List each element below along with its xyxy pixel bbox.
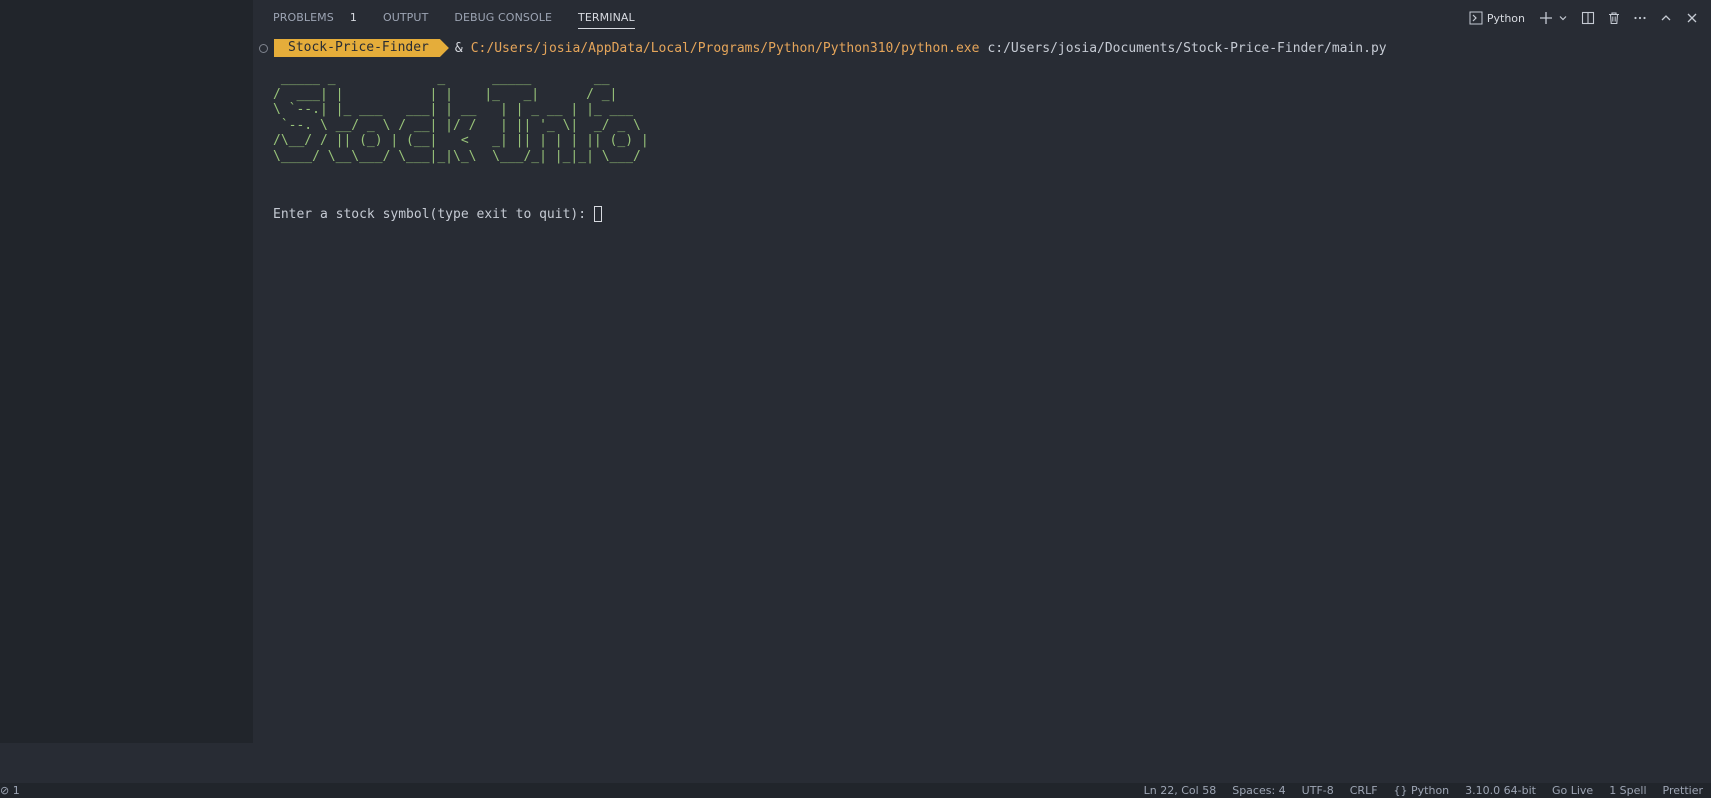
- tab-problems[interactable]: PROBLEMS 1: [273, 0, 357, 36]
- kill-terminal-button[interactable]: [1603, 6, 1625, 30]
- status-interpreter[interactable]: 3.10.0 64-bit: [1465, 784, 1536, 797]
- command-executable: C:/Users/josia/AppData/Local/Programs/Py…: [470, 40, 980, 56]
- tab-debug-console[interactable]: DEBUG CONSOLE: [454, 0, 552, 36]
- tab-output[interactable]: OUTPUT: [383, 0, 428, 36]
- status-cursor-position[interactable]: Ln 22, Col 58: [1144, 784, 1217, 797]
- input-prompt: Enter a stock symbol(type exit to quit):: [273, 206, 587, 222]
- status-bar: ⊘ 1 Ln 22, Col 58 Spaces: 4 UTF-8 CRLF {…: [0, 783, 1711, 798]
- text-cursor[interactable]: [594, 206, 603, 222]
- status-go-live[interactable]: Go Live: [1552, 784, 1593, 797]
- prompt-badge: Stock-Price-Finder: [274, 39, 449, 57]
- new-terminal-button[interactable]: [1535, 6, 1557, 30]
- tab-output-label: OUTPUT: [382, 11, 429, 24]
- terminal-icon: [1469, 11, 1483, 25]
- close-panel-button[interactable]: [1681, 6, 1703, 30]
- more-icon: [1634, 16, 1646, 20]
- split-terminal-button[interactable]: [1577, 6, 1599, 30]
- tab-terminal-label: TERMINAL: [578, 11, 635, 24]
- problems-count-badge: 1: [349, 11, 357, 24]
- terminal-panel: PROBLEMS 1 OUTPUT DEBUG CONSOLE TERMINAL …: [253, 0, 1711, 743]
- status-line-ending[interactable]: CRLF: [1350, 784, 1378, 797]
- tab-debug-console-label: DEBUG CONSOLE: [454, 11, 553, 24]
- ascii-art-banner: _____ _ _ _____ __ / ___| | | | |_ _| / …: [273, 71, 649, 164]
- status-spell[interactable]: 1 Spell: [1609, 784, 1646, 797]
- sidebar: [0, 0, 253, 743]
- command-line: Stock-Price-Finder & C:/Users/josia/AppD…: [259, 38, 1387, 58]
- terminal-dropdown-button[interactable]: [1557, 6, 1569, 30]
- status-indentation[interactable]: Spaces: 4: [1232, 784, 1285, 797]
- status-encoding[interactable]: UTF-8: [1302, 784, 1334, 797]
- status-prettier[interactable]: Prettier: [1663, 784, 1703, 797]
- more-actions-button[interactable]: [1629, 6, 1651, 30]
- maximize-panel-button[interactable]: [1655, 6, 1677, 30]
- split-icon: [1581, 11, 1595, 25]
- close-icon: [1687, 13, 1697, 23]
- bottom-strip: [0, 743, 1711, 783]
- prompt-ampersand: &: [454, 40, 463, 56]
- add-icon: [1540, 12, 1552, 24]
- tab-problems-label: PROBLEMS: [273, 11, 334, 24]
- trash-icon: [1609, 12, 1619, 25]
- status-right-items: Ln 22, Col 58 Spaces: 4 UTF-8 CRLF {} Py…: [1144, 784, 1703, 797]
- input-line[interactable]: Enter a stock symbol(type exit to quit):: [273, 206, 603, 222]
- command-argument: c:/Users/josia/Documents/Stock-Price-Fin…: [987, 40, 1387, 56]
- panel-tabs: PROBLEMS 1 OUTPUT DEBUG CONSOLE TERMINAL: [273, 0, 661, 36]
- status-language-mode[interactable]: {} Python: [1394, 784, 1450, 797]
- status-problems[interactable]: ⊘ 1: [0, 784, 20, 797]
- chevron-down-icon: [1559, 16, 1567, 21]
- tab-terminal[interactable]: TERMINAL: [578, 0, 635, 36]
- chevron-up-icon: [1661, 15, 1671, 21]
- prompt-status-circle-icon: [259, 43, 268, 53]
- panel-toolbar: Python: [1465, 6, 1703, 30]
- terminal-name: Python: [1486, 11, 1525, 25]
- terminal-selector[interactable]: Python: [1469, 6, 1525, 30]
